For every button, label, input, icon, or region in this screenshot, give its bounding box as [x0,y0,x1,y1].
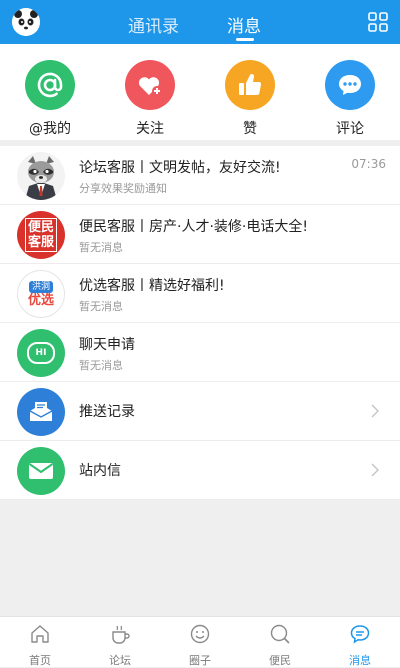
nav-home[interactable]: 首页 [10,623,70,668]
site-mail-row[interactable]: 站内信 [0,441,400,500]
quick-comments-label: 评论 [336,121,364,137]
message-title: 优选客服丨精选好福利! [79,278,225,294]
message-title: 聊天申请 [79,337,135,353]
tab-contacts[interactable]: 通讯录 [128,12,179,37]
quick-follow-label: 关注 [136,121,164,137]
envelope-icon [17,447,65,495]
user-avatar[interactable] [12,8,40,36]
list-item-youxuan-service[interactable]: 洪洞 优选 优选客服丨精选好福利! 暂无消息 [0,264,400,323]
cup-icon [112,625,130,644]
youxuan-avatar: 洪洞 优选 [17,270,65,318]
grid-menu-icon[interactable] [368,12,388,32]
message-title: 便民客服丨房产·人才·装修·电话大全! [79,219,308,235]
quick-actions: @我的 关注 赞 评论 [0,44,400,140]
youxuan-avatar-text-bottom: 优选 [27,292,54,308]
nav-forum[interactable]: 论坛 [90,623,150,668]
youxuan-avatar-text-top: 洪洞 [28,280,53,293]
bianmin-avatar-text-bottom: 客服 [27,235,54,250]
home-icon [31,625,49,643]
bianmin-kefu-avatar: 便民 客服 [17,211,65,259]
list-item-chat-request[interactable]: HI 聊天申请 暂无消息 [0,323,400,382]
nav-circle[interactable]: 圈子 [170,623,230,668]
search-circle-icon [270,624,290,644]
message-preview: 暂无消息 [79,241,123,254]
message-preview: 分享效果奖励通知 [79,182,167,195]
at-icon [25,60,75,110]
chevron-right-icon [371,463,379,477]
thumbs-up-icon [225,60,275,110]
push-history-label: 推送记录 [79,404,135,420]
quick-comments[interactable]: 评论 [315,60,385,138]
top-bar: 通讯录 消息 [0,0,400,44]
message-bubble-icon [350,625,370,644]
quick-likes-label: 赞 [243,121,257,137]
quick-mentions[interactable]: @我的 [15,60,85,138]
nav-bianmin[interactable]: 便民 [250,623,310,668]
push-history-row[interactable]: 推送记录 [0,382,400,441]
hi-avatar-text: HI [35,348,47,358]
message-list: 论坛客服丨文明发帖，友好交流! 分享效果奖励通知 07:36 便民 客服 便民客… [0,146,400,500]
active-tab-indicator [236,38,254,41]
message-time: 07:36 [351,157,386,171]
message-title: 论坛客服丨文明发帖，友好交流! [79,160,281,176]
list-item-bianmin-service[interactable]: 便民 客服 便民客服丨房产·人才·装修·电话大全! 暂无消息 [0,205,400,264]
site-mail-label: 站内信 [79,463,121,479]
chevron-right-icon [371,404,379,418]
bianmin-avatar-text-top: 便民 [27,220,54,235]
hi-chat-avatar: HI [17,329,65,377]
chat-bubble-icon: HI [27,342,55,364]
quick-likes[interactable]: 赞 [215,60,285,138]
nav-messages[interactable]: 消息 [330,623,390,668]
smile-circle-icon [190,624,210,644]
heart-plus-icon [125,60,175,110]
quick-mentions-label: @我的 [29,121,71,137]
comment-icon [325,60,375,110]
message-preview: 暂无消息 [79,300,123,313]
raccoon-avatar [17,152,65,200]
quick-follow[interactable]: 关注 [115,60,185,138]
tab-messages[interactable]: 消息 [227,12,261,37]
panda-icon [12,8,40,36]
bottom-nav: 首页 论坛 圈子 便民 消息 [0,616,400,667]
bianmin-badge: 便民 客服 [24,218,57,252]
list-item-forum-service[interactable]: 论坛客服丨文明发帖，友好交流! 分享效果奖励通知 07:36 [0,146,400,205]
inbox-icon [17,388,65,436]
message-preview: 暂无消息 [79,359,123,372]
